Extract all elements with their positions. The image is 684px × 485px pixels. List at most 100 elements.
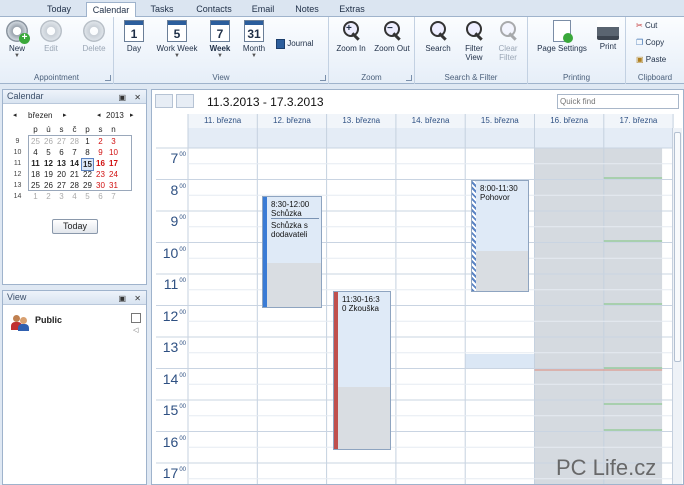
month-name[interactable]: březen <box>28 111 62 120</box>
group-launcher-icon[interactable] <box>406 75 412 81</box>
calendar-day[interactable]: 11 <box>29 158 42 169</box>
tab-contacts[interactable]: Contacts <box>188 2 240 17</box>
prev-week-button[interactable] <box>155 94 173 108</box>
calendar-day[interactable]: 30 <box>94 180 107 191</box>
calendar-day[interactable]: 19 <box>42 169 55 180</box>
search-button[interactable]: Search <box>421 20 455 53</box>
calendar-day[interactable]: 12 <box>42 158 55 169</box>
vertical-scrollbar[interactable] <box>672 128 682 484</box>
filter-view-button[interactable]: Filter View <box>459 20 489 62</box>
calendar-day[interactable]: 28 <box>68 136 81 147</box>
paste-button[interactable]: ▣ Paste <box>636 55 682 64</box>
calendar-day[interactable]: 17 <box>107 158 120 169</box>
group-launcher-icon[interactable] <box>105 75 111 81</box>
tab-tasks[interactable]: Tasks <box>142 2 182 17</box>
day-view-button[interactable]: 1 Day <box>122 20 146 53</box>
calendar-day[interactable]: 20 <box>55 169 68 180</box>
day-header[interactable]: 17. března <box>604 116 673 125</box>
journal-button[interactable]: Journal <box>276 39 324 49</box>
calendar-day[interactable]: 6 <box>94 191 107 202</box>
calendar-day[interactable]: 26 <box>42 180 55 191</box>
new-button[interactable]: + New ▼ <box>3 20 31 60</box>
week-view-button[interactable]: 7 Week ▼ <box>206 20 234 60</box>
quick-find-field[interactable] <box>557 94 679 109</box>
calendar-day[interactable]: 4 <box>68 191 81 202</box>
calendar-day[interactable]: 13 <box>55 158 68 169</box>
tab-notes[interactable]: Notes <box>288 2 326 17</box>
view-item-public[interactable]: Public <box>35 315 62 325</box>
calendar-day[interactable]: 7 <box>68 147 81 158</box>
clear-filter-button[interactable]: Clear Filter <box>493 20 523 62</box>
page-settings-button[interactable]: Page Settings <box>534 20 590 53</box>
quick-find-input[interactable] <box>558 95 678 108</box>
calendar-day[interactable]: 6 <box>55 147 68 158</box>
calendar-day[interactable]: 3 <box>55 191 68 202</box>
day-header[interactable]: 13. března <box>327 116 396 125</box>
calendar-day[interactable]: 5 <box>42 147 55 158</box>
tab-today[interactable]: Today <box>38 2 80 17</box>
tab-calendar[interactable]: Calendar <box>86 2 136 18</box>
pin-icon[interactable]: ▣ <box>118 292 126 305</box>
calendar-day[interactable]: 2 <box>94 136 107 147</box>
calendar-day[interactable]: 18 <box>29 169 42 180</box>
expand-icon[interactable]: ◁ <box>133 326 138 334</box>
calendar-day[interactable]: 27 <box>55 136 68 147</box>
close-icon[interactable]: ✕ <box>134 91 141 104</box>
year-value[interactable]: 2013 <box>106 111 124 120</box>
calendar-day[interactable]: 2 <box>42 191 55 202</box>
month-view-button[interactable]: 31 Month ▼ <box>240 20 268 60</box>
prev-month-icon[interactable]: ◂ <box>13 111 17 119</box>
today-button[interactable]: Today <box>52 219 98 234</box>
calendar-day[interactable]: 29 <box>81 180 94 191</box>
pin-icon[interactable]: ▣ <box>118 91 126 104</box>
scrollbar-thumb[interactable] <box>674 132 681 362</box>
day-header[interactable]: 14. března <box>396 116 465 125</box>
group-launcher-icon[interactable] <box>320 75 326 81</box>
day-header[interactable]: 11. března <box>188 116 257 125</box>
calendar-day[interactable]: 25 <box>29 180 42 191</box>
calendar-day[interactable]: 27 <box>55 180 68 191</box>
edit-button[interactable]: Edit <box>36 20 66 53</box>
calendar-day[interactable]: 8 <box>81 147 94 158</box>
public-checkbox[interactable] <box>131 313 141 323</box>
print-button[interactable]: Print <box>594 20 622 51</box>
calendar-day[interactable]: 25 <box>29 136 42 147</box>
calendar-day[interactable]: 3 <box>107 136 120 147</box>
work-week-view-button[interactable]: 5 Work Week ▼ <box>154 20 200 60</box>
day-header[interactable]: 15. března <box>465 116 534 125</box>
day-header[interactable]: 16. března <box>535 116 604 125</box>
calendar-day[interactable]: 10 <box>107 147 120 158</box>
day-label: Day <box>126 44 142 53</box>
prev-year-icon[interactable]: ◂ <box>97 111 101 119</box>
day-header[interactable]: 12. března <box>257 116 326 125</box>
next-year-icon[interactable]: ▸ <box>130 111 134 119</box>
calendar-day[interactable]: 16 <box>94 158 107 169</box>
next-week-button[interactable] <box>176 94 194 108</box>
calendar-day[interactable]: 21 <box>68 169 81 180</box>
appointment-pohovor[interactable]: 8:00-11:30 Pohovor <box>471 180 529 292</box>
next-month-icon[interactable]: ▸ <box>63 111 67 119</box>
calendar-day[interactable]: 7 <box>107 191 120 202</box>
calendar-day[interactable]: 31 <box>107 180 120 191</box>
calendar-day[interactable]: 1 <box>81 136 94 147</box>
calendar-day[interactable]: 9 <box>94 147 107 158</box>
calendar-day[interactable]: 4 <box>29 147 42 158</box>
zoom-out-button[interactable]: − Zoom Out <box>371 20 413 53</box>
appointment-zkouska[interactable]: 11:30-16:3 0 Zkouška <box>333 291 391 450</box>
tab-extras[interactable]: Extras <box>332 2 372 17</box>
tab-email[interactable]: Email <box>246 2 280 17</box>
zoom-in-button[interactable]: + Zoom In <box>333 20 369 53</box>
appointment-schuzka[interactable]: 8:30-12:00 Schůzka Schůzka s dodavateli <box>262 196 322 308</box>
calendar-day[interactable]: 23 <box>94 169 107 180</box>
close-icon[interactable]: ✕ <box>134 292 141 305</box>
cut-button[interactable]: ✂ Cut <box>636 21 682 30</box>
calendar-day[interactable]: 14 <box>68 158 81 169</box>
delete-button[interactable]: Delete <box>78 20 110 53</box>
calendar-day[interactable]: 24 <box>107 169 120 180</box>
calendar-day[interactable]: 28 <box>68 180 81 191</box>
calendar-day[interactable]: 5 <box>81 191 94 202</box>
copy-button[interactable]: ❐ Copy <box>636 38 682 47</box>
calendar-day[interactable]: 26 <box>42 136 55 147</box>
calendar-day[interactable]: 1 <box>29 191 42 202</box>
calendar-day[interactable]: 22 <box>81 169 94 180</box>
